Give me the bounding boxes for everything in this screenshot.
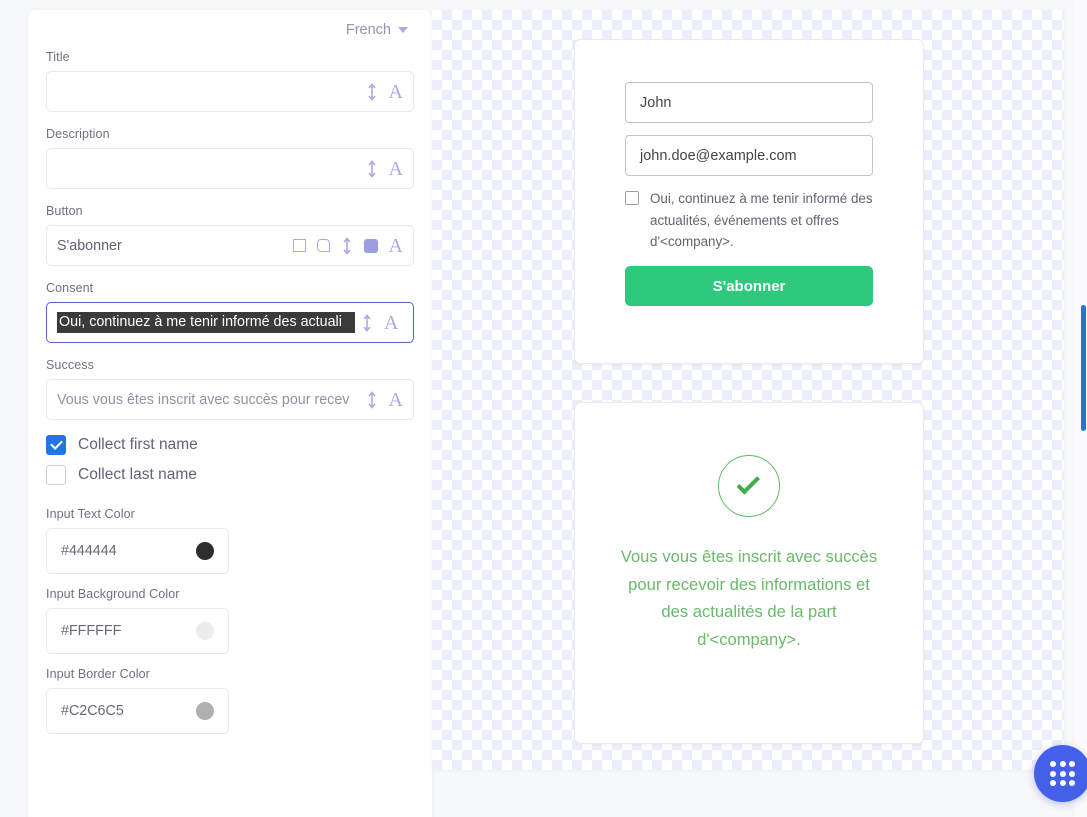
field-icons-title: A xyxy=(360,82,403,102)
vertical-arrows-icon[interactable] xyxy=(366,159,378,178)
preview-subscribe-button[interactable]: S'abonner xyxy=(625,266,873,307)
color-group-input-text-color: Input Text Color #444444 xyxy=(46,507,414,574)
checkbox-collect-first-name[interactable]: Collect first name xyxy=(46,435,414,455)
check-mark-icon xyxy=(736,470,760,495)
preview-consent-text: Oui, continuez à me tenir informé des ac… xyxy=(650,191,873,250)
field-input-title[interactable]: A xyxy=(46,71,414,112)
field-group-button: Button S'abonner A xyxy=(46,204,414,266)
field-input-button[interactable]: S'abonner A xyxy=(46,225,414,266)
field-icons-button: A xyxy=(287,236,403,256)
field-icons-consent: A xyxy=(355,313,398,333)
grid-dots-icon xyxy=(1050,761,1075,786)
field-group-description: Description A xyxy=(46,127,414,189)
checkbox-unchecked-icon[interactable] xyxy=(46,465,66,485)
typography-icon[interactable]: A xyxy=(389,159,403,179)
color-label-input-text-color: Input Text Color xyxy=(46,507,135,521)
chevron-down-icon xyxy=(398,27,408,33)
language-row: French xyxy=(46,10,414,50)
color-swatch-input-text-color[interactable] xyxy=(196,542,214,560)
typography-icon[interactable]: A xyxy=(384,313,398,333)
checkbox-label-collect-last-name: Collect last name xyxy=(78,466,197,483)
color-value-input-text-color: #444444 xyxy=(61,543,117,559)
check-circle-icon xyxy=(718,455,780,517)
vertical-arrows-icon[interactable] xyxy=(341,236,353,255)
field-input-success[interactable]: Vous vous êtes inscrit avec succès pour … xyxy=(46,379,414,420)
field-input-consent[interactable]: Oui, continuez à me tenir informé des ac… xyxy=(46,302,414,343)
checkbox-collect-last-name[interactable]: Collect last name xyxy=(46,465,414,485)
success-icon-wrapper xyxy=(617,455,881,517)
color-value-input-border-color: #C2C6C5 xyxy=(61,703,124,719)
field-label-description: Description xyxy=(46,127,110,141)
preview-consent-checkbox[interactable] xyxy=(625,191,639,205)
checkbox-label-collect-first-name: Collect first name xyxy=(78,436,198,453)
rounded-square-icon[interactable] xyxy=(316,239,330,252)
color-label-input-background-color: Input Background Color xyxy=(46,587,180,601)
field-icons-description: A xyxy=(360,159,403,179)
field-group-title: Title A xyxy=(46,50,414,112)
field-label-consent: Consent xyxy=(46,281,94,295)
field-label-success: Success xyxy=(46,358,94,372)
color-input-input-border-color[interactable]: #C2C6C5 xyxy=(46,688,229,734)
color-label-input-border-color: Input Border Color xyxy=(46,667,150,681)
preview-first-name-input[interactable]: John xyxy=(625,82,873,123)
field-value-button: S'abonner xyxy=(57,237,122,254)
preview-consent-row[interactable]: Oui, continuez à me tenir informé des ac… xyxy=(625,188,873,253)
color-swatch-input-border-color[interactable] xyxy=(196,702,214,720)
color-input-input-background-color[interactable]: #FFFFFF xyxy=(46,608,229,654)
color-input-input-text-color[interactable]: #444444 xyxy=(46,528,229,574)
field-value-success: Vous vous êtes inscrit avec succès pour … xyxy=(57,391,350,408)
typography-icon[interactable]: A xyxy=(389,82,403,102)
page-scrollbar-track[interactable] xyxy=(1075,0,1087,817)
vertical-arrows-icon[interactable] xyxy=(366,82,378,101)
color-group-input-border-color: Input Border Color #C2C6C5 xyxy=(46,667,414,734)
preview-signup-card: John john.doe@example.com Oui, continuez… xyxy=(574,39,924,364)
field-icons-success: A xyxy=(360,390,403,410)
color-group-input-background-color: Input Background Color #FFFFFF xyxy=(46,587,414,654)
preview-success-message: Vous vous êtes inscrit avec succès pour … xyxy=(620,547,878,650)
preview-email-input[interactable]: john.doe@example.com xyxy=(625,135,873,176)
field-value-consent: Oui, continuez à me tenir informé des ac… xyxy=(57,312,355,333)
square-outline-icon[interactable] xyxy=(292,239,306,252)
field-input-description[interactable]: A xyxy=(46,148,414,189)
language-selected-label: French xyxy=(345,22,391,38)
vertical-arrows-icon[interactable] xyxy=(361,313,373,332)
apps-grid-button[interactable] xyxy=(1034,745,1087,802)
preview-success-card: Vous vous êtes inscrit avec succès pour … xyxy=(574,402,924,744)
typography-icon[interactable]: A xyxy=(389,390,403,410)
language-selector[interactable]: French xyxy=(346,22,408,38)
color-swatch-input-background-color[interactable] xyxy=(196,622,214,640)
form-preview-panel: John john.doe@example.com Oui, continuez… xyxy=(432,10,1064,770)
typography-icon[interactable]: A xyxy=(389,236,403,256)
page-scrollbar-thumb[interactable] xyxy=(1081,305,1086,431)
color-swatch-icon[interactable] xyxy=(363,238,378,253)
checkbox-checked-icon[interactable] xyxy=(46,435,66,455)
color-value-input-background-color: #FFFFFF xyxy=(61,623,122,639)
field-group-success: Success Vous vous êtes inscrit avec succ… xyxy=(46,358,414,420)
field-label-button: Button xyxy=(46,204,83,218)
vertical-arrows-icon[interactable] xyxy=(366,390,378,409)
field-label-title: Title xyxy=(46,50,70,64)
style-editor-panel: French Title A Description A Button S'ab… xyxy=(28,10,432,817)
field-group-consent: Consent Oui, continuez à me tenir inform… xyxy=(46,281,414,343)
